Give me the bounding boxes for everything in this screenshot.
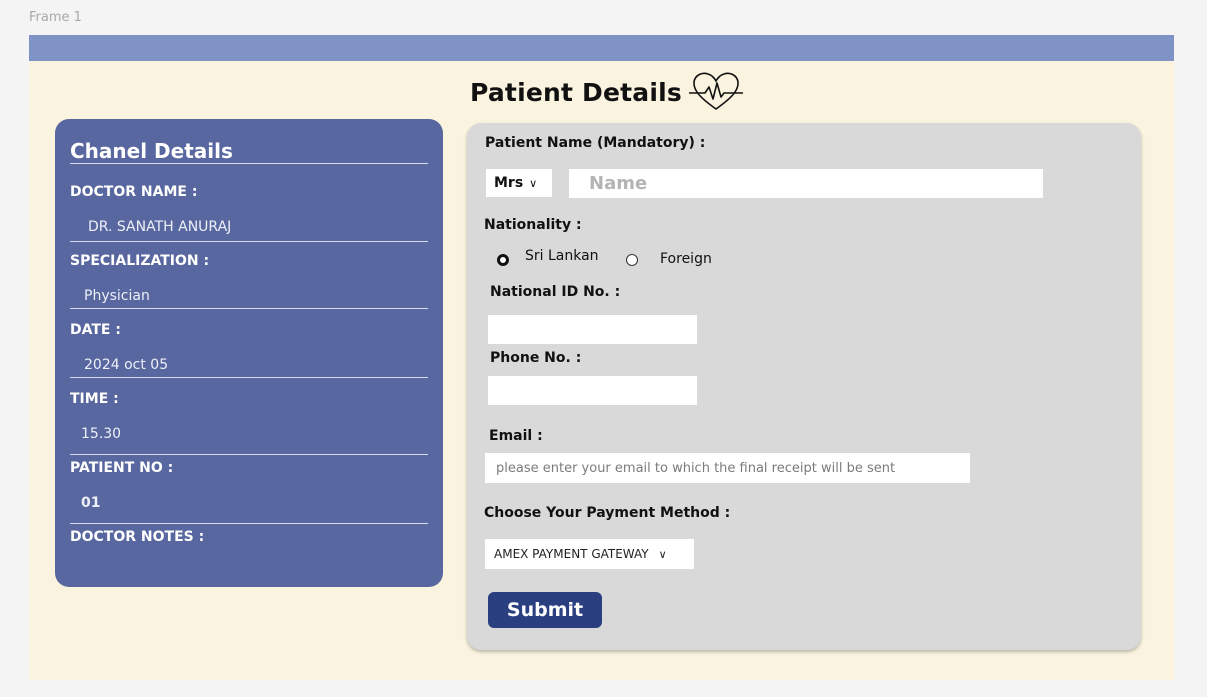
divider	[70, 377, 428, 378]
doctor-name-value: DR. SANATH ANURAJ	[88, 219, 232, 235]
title-select-value: Mrs	[494, 175, 524, 191]
time-label: TIME :	[70, 391, 119, 407]
page-title: Patient Details	[470, 77, 682, 107]
email-label: Email :	[489, 428, 543, 444]
channel-details-panel: Chanel Details DOCTOR NAME : DR. SANATH …	[55, 119, 443, 587]
patient-no-label: PATIENT NO :	[70, 460, 174, 476]
chevron-down-icon: ∨	[658, 547, 667, 561]
email-placeholder: please enter your email to which the fin…	[496, 460, 896, 476]
phone-label: Phone No. :	[490, 350, 582, 366]
channel-title: Chanel Details	[70, 139, 233, 163]
radio-foreign[interactable]	[626, 254, 638, 266]
frame-label: Frame 1	[29, 10, 82, 25]
payment-method-select[interactable]: AMEX PAYMENT GATEWAY ∨	[485, 539, 694, 569]
divider	[70, 523, 428, 524]
time-value: 15.30	[81, 426, 122, 442]
chevron-down-icon: ∨	[529, 176, 538, 190]
specialization-label: SPECIALIZATION :	[70, 253, 210, 269]
payment-method-value: AMEX PAYMENT GATEWAY	[494, 547, 649, 561]
payment-method-label: Choose Your Payment Method :	[484, 505, 731, 521]
patient-name-label: Patient Name (Mandatory) :	[485, 135, 706, 151]
divider	[70, 454, 428, 455]
nationality-label: Nationality :	[484, 217, 582, 233]
divider	[70, 308, 428, 309]
submit-button[interactable]: Submit	[488, 592, 602, 628]
title-area: Patient Details	[470, 72, 744, 112]
top-bar	[29, 35, 1174, 61]
doctor-name-label: DOCTOR NAME :	[70, 184, 198, 200]
radio-sri-lankan[interactable]	[497, 254, 509, 266]
doctor-notes-label: DOCTOR NOTES :	[70, 529, 205, 545]
divider	[70, 163, 428, 164]
date-value: 2024 oct 05	[84, 357, 169, 373]
page-frame: Patient Details Chanel Details DOCTOR NA…	[29, 35, 1174, 680]
date-label: DATE :	[70, 322, 121, 338]
radio-label-foreign: Foreign	[660, 251, 712, 267]
national-id-label: National ID No. :	[490, 284, 621, 300]
radio-label-sri-lankan: Sri Lankan	[525, 248, 599, 264]
name-placeholder: Name	[589, 173, 648, 194]
divider	[70, 241, 428, 242]
patient-no-value: 01	[81, 495, 101, 511]
specialization-value: Physician	[84, 288, 150, 304]
heartbeat-icon	[689, 72, 743, 110]
name-input[interactable]: Name	[569, 169, 1043, 198]
email-input[interactable]: please enter your email to which the fin…	[485, 453, 970, 483]
phone-input[interactable]	[488, 376, 697, 405]
title-select[interactable]: Mrs ∨	[486, 169, 552, 197]
patient-form-panel: Patient Name (Mandatory) : Mrs ∨ Name Na…	[467, 123, 1141, 650]
national-id-input[interactable]	[488, 315, 697, 344]
